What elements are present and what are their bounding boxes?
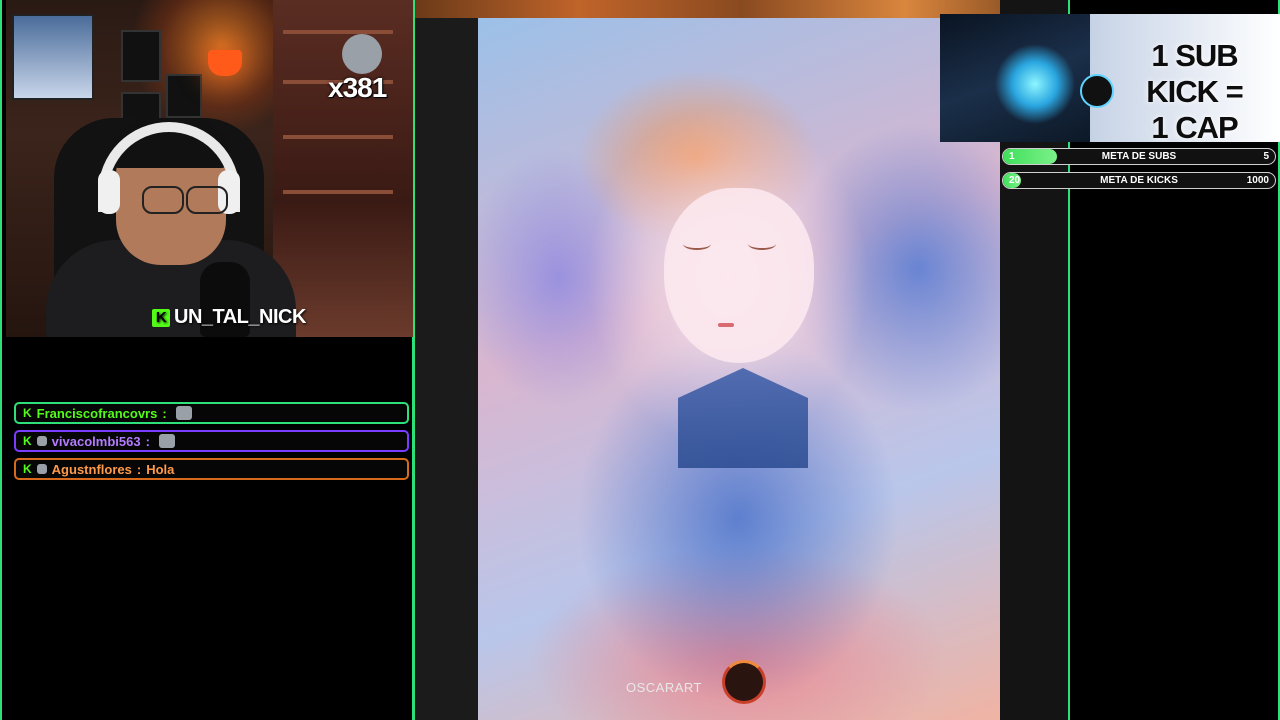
artwork-face [664, 188, 814, 363]
banner-character [940, 14, 1090, 142]
chat-username: Agustnflores [51, 461, 132, 477]
goal-target: 5 [1263, 151, 1269, 162]
chat-separator: : [136, 461, 142, 477]
webcam-feed: x381 K UN_TAL_NICK [6, 0, 413, 337]
goal-title: META DE KICKS [1100, 175, 1178, 186]
goal-meter-subs: 1 META DE SUBS 5 [1002, 148, 1276, 165]
left-panel: x381 K UN_TAL_NICK K Franciscofrancovrs … [0, 0, 415, 720]
wall-frame [121, 30, 161, 82]
artwork-eye [683, 238, 711, 250]
banner-line: 1 SUB KICK = [1146, 38, 1244, 109]
shelf-divider [283, 190, 393, 194]
chat-separator: : [162, 405, 167, 421]
artist-logo-icon [722, 660, 766, 704]
chat-message: K vivacolmbi563 : [14, 430, 409, 452]
wall-frame [166, 74, 202, 118]
chat-text: Hola [146, 461, 175, 477]
banner-text: 1 SUB KICK = 1 CAP EXTRA [1112, 38, 1277, 142]
kick-badge-icon: K [23, 462, 32, 476]
chat-message: K Franciscofrancovrs : [14, 402, 409, 424]
goal-meter-kicks: 20 META DE KICKS 1000 [1002, 172, 1276, 189]
promo-banner: 1 SUB KICK = 1 CAP EXTRA [940, 14, 1280, 142]
goal-target: 1000 [1246, 175, 1269, 186]
chat-message: K Agustnflores : Hola [14, 458, 409, 480]
lamp [208, 50, 242, 76]
ant-mascot-icon [1080, 74, 1114, 108]
banner-line: 1 CAP EXTRA [1151, 110, 1238, 142]
shield-badge-icon [36, 464, 47, 474]
artwork-mouth [718, 323, 734, 327]
emote-icon [158, 434, 175, 448]
kick-badge-icon: K [23, 406, 32, 420]
streamer-name: UN_TAL_NICK [174, 306, 306, 328]
chat-overlay: K Franciscofrancovrs : K vivacolmbi563 :… [14, 402, 409, 486]
chat-username: Franciscofrancovrs [36, 405, 158, 421]
glasses [138, 186, 230, 214]
streamer-nameplate: K UN_TAL_NICK [152, 306, 306, 329]
emote-icon [342, 34, 382, 74]
artwork-eye [748, 238, 776, 250]
artwork-display [478, 18, 1000, 720]
headphone-cup [98, 170, 120, 214]
goal-title: META DE SUBS [1101, 151, 1177, 162]
kick-badge-icon: K [23, 434, 32, 448]
emote-icon [175, 406, 192, 420]
anime-poster [12, 14, 94, 100]
artwork-collar [678, 368, 808, 468]
chat-username: vivacolmbi563 [51, 433, 141, 449]
combo-counter: x381 [328, 72, 387, 103]
kick-logo-icon: K [152, 308, 170, 327]
shield-badge-icon [36, 436, 47, 446]
shelf-divider [283, 135, 393, 139]
chat-separator: : [145, 433, 150, 449]
shelf-divider [283, 30, 393, 34]
artist-credit: OSCARART [626, 680, 702, 695]
